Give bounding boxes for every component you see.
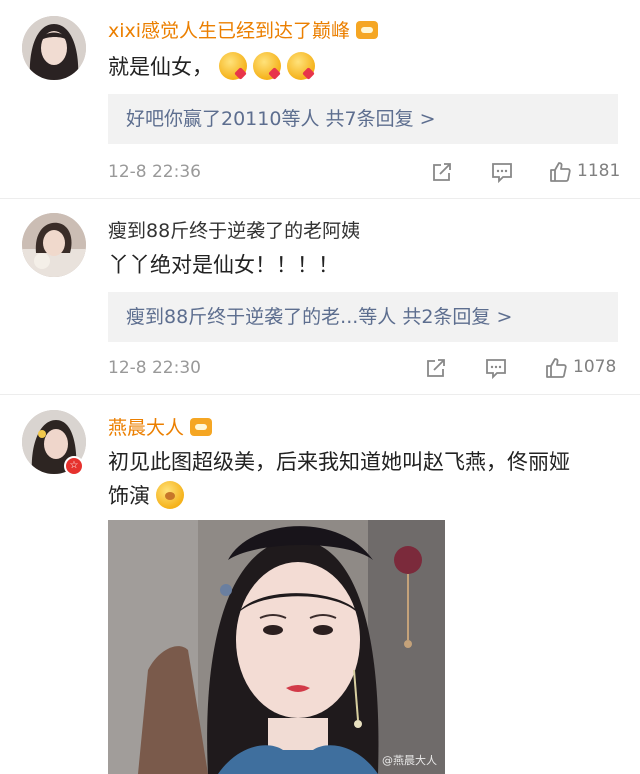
comment-icon[interactable]	[484, 356, 508, 380]
vip-crown-icon	[190, 418, 213, 436]
username[interactable]: 燕晨大人	[108, 413, 213, 440]
avatar-image	[22, 16, 86, 80]
avatar[interactable]	[22, 16, 86, 80]
username[interactable]: 瘦到88斤终于逆袭了的老阿姨	[108, 216, 360, 243]
portrait-image	[108, 520, 445, 774]
kiss-emoji-icon	[287, 52, 315, 80]
comment-text: 初见此图超级美，后来我知道她叫赵飞燕，佟丽娅	[108, 445, 570, 479]
avatar-image	[22, 213, 86, 277]
comment-text-line2: 饰演	[108, 479, 184, 513]
timestamp: 12-8 22:36	[108, 162, 201, 182]
like-icon[interactable]	[548, 160, 572, 184]
divider	[0, 198, 640, 199]
comment-icon[interactable]	[490, 160, 514, 184]
like-count: 1078	[573, 357, 617, 377]
shy-emoji-icon	[156, 481, 184, 509]
like-count: 1181	[577, 161, 621, 181]
comment-body: 就是仙女，	[108, 55, 213, 79]
comment-text: 丫丫绝对是仙女！！！！	[108, 248, 339, 282]
username-text[interactable]: xixi感觉人生已经到达了巅峰	[108, 20, 350, 42]
vip-crown-icon	[356, 21, 379, 39]
kiss-emoji-icon	[219, 52, 247, 80]
share-icon[interactable]	[430, 160, 454, 184]
comment-body: 丫丫绝对是仙女！！！！	[108, 253, 339, 277]
avatar[interactable]	[22, 213, 86, 277]
replies-link[interactable]: 好吧你赢了20110等人 共7条回复 >	[108, 94, 618, 144]
kiss-emoji-icon	[253, 52, 281, 80]
divider	[0, 394, 640, 395]
username-text[interactable]: 燕晨大人	[108, 417, 184, 439]
comment-body-line1: 初见此图超级美，后来我知道她叫赵飞燕，佟丽娅	[108, 450, 570, 474]
username[interactable]: xixi感觉人生已经到达了巅峰	[108, 16, 379, 43]
timestamp: 12-8 22:30	[108, 358, 201, 378]
replies-link[interactable]: 瘦到88斤终于逆袭了的老...等人 共2条回复 >	[108, 292, 618, 342]
comment-text: 就是仙女，	[108, 50, 315, 84]
verified-badge-icon: ☆	[64, 456, 84, 476]
comment-photo[interactable]: @燕晨大人	[108, 520, 445, 774]
share-icon[interactable]	[424, 356, 448, 380]
comment-actions: 1181	[430, 160, 620, 186]
comment-actions: 1078	[427, 356, 620, 382]
like-icon[interactable]	[544, 356, 568, 380]
image-watermark: @燕晨大人	[382, 754, 437, 767]
comment-body-line2: 饰演	[108, 484, 150, 508]
